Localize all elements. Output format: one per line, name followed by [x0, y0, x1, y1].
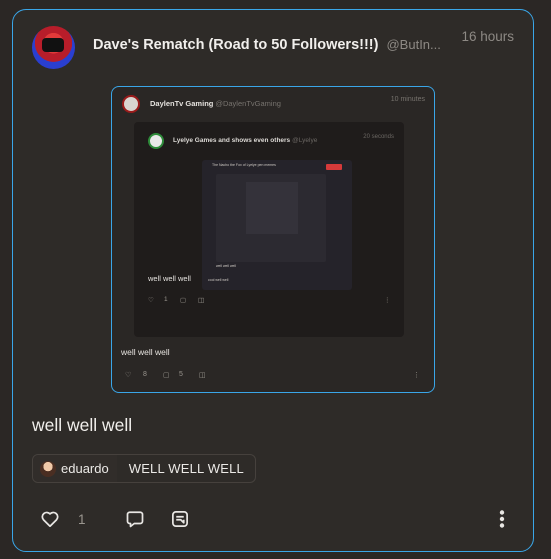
deep-inner-image [246, 182, 298, 234]
deep-red-badge [326, 164, 342, 170]
reply-avatar [40, 460, 56, 477]
embed-like-count: 8 [143, 371, 147, 378]
inner-author-avatar [148, 133, 164, 149]
deep-inner-card [216, 174, 326, 262]
post-time[interactable]: 16 hours [461, 29, 514, 44]
inner-author-handle: @Lyelye [292, 137, 318, 144]
like-button[interactable]: 1 [41, 507, 86, 531]
inner-comment-icon: ▢ [180, 297, 187, 304]
post-actions: 1 [41, 507, 511, 531]
deep-sub: well well well [216, 264, 237, 268]
quote-icon [171, 510, 189, 528]
post-card[interactable]: Dave's Rematch (Road to 50 Followers!!!)… [12, 9, 534, 552]
inner-like-count: 1 [164, 296, 168, 303]
heart-icon [41, 511, 59, 527]
deep-reply: cool well well [208, 278, 229, 282]
like-count: 1 [78, 511, 86, 527]
embed-post-text: well well well [121, 347, 170, 357]
embed-author-avatar [122, 95, 140, 113]
embed-inner-card: Lyelye Games and shows even others @Lyely… [134, 122, 404, 337]
more-icon [499, 510, 505, 528]
author-name[interactable]: Dave's Rematch (Road to 50 Followers!!!) [93, 37, 378, 53]
deep-title: The Nacho the Fox of Lyelye pen memes [212, 163, 276, 167]
inner-time: 20 seconds [363, 134, 394, 140]
embed-more-icon: ⋮ [413, 372, 420, 379]
inner-heart-icon: ♡ [148, 297, 154, 304]
inner-author-row: Lyelye Games and shows even others @Lyely… [173, 137, 317, 144]
inner-quote-icon: ◫ [198, 297, 205, 304]
author-handle: @ButIn... [386, 37, 441, 52]
post-text: well well well [32, 415, 133, 435]
inner-actions: ♡ 1 ▢ ◫ ⋮ [148, 296, 391, 308]
comment-icon [126, 510, 144, 528]
deep-nested-screenshot: The Nacho the Fox of Lyelye pen memes we… [202, 160, 352, 290]
reply-username: eduardo [61, 461, 109, 476]
embed-heart-icon: ♡ [125, 372, 132, 379]
reply-user[interactable]: eduardo [33, 455, 117, 482]
more-button[interactable] [499, 507, 505, 531]
embed-reply-count: 5 [179, 371, 183, 378]
embed-quote-icon: ◫ [199, 372, 206, 379]
embedded-screenshot[interactable]: DaylenTv Gaming @DaylenTvGaming 10 minute… [111, 86, 435, 393]
embed-actions: ♡ 8 ▢ 5 ◫ ⋮ [121, 371, 426, 383]
comment-button[interactable] [126, 507, 144, 531]
quote-button[interactable] [171, 507, 189, 531]
reply-chip[interactable]: eduardo WELL WELL WELL [32, 454, 256, 483]
author-avatar[interactable] [32, 26, 75, 69]
inner-post-text: well well well [148, 274, 191, 283]
reply-text: WELL WELL WELL [128, 461, 244, 476]
embed-author-row: DaylenTv Gaming @DaylenTvGaming [150, 99, 281, 108]
embed-comment-icon: ▢ [163, 372, 170, 379]
embed-author-handle: @DaylenTvGaming [215, 99, 281, 108]
embed-author-name: DaylenTv Gaming [150, 99, 214, 108]
inner-more-icon: ⋮ [384, 297, 391, 304]
inner-author-name: Lyelye Games and shows even others [173, 137, 291, 144]
author-row[interactable]: Dave's Rematch (Road to 50 Followers!!!)… [93, 37, 443, 53]
embed-time: 10 minutes [390, 96, 425, 103]
